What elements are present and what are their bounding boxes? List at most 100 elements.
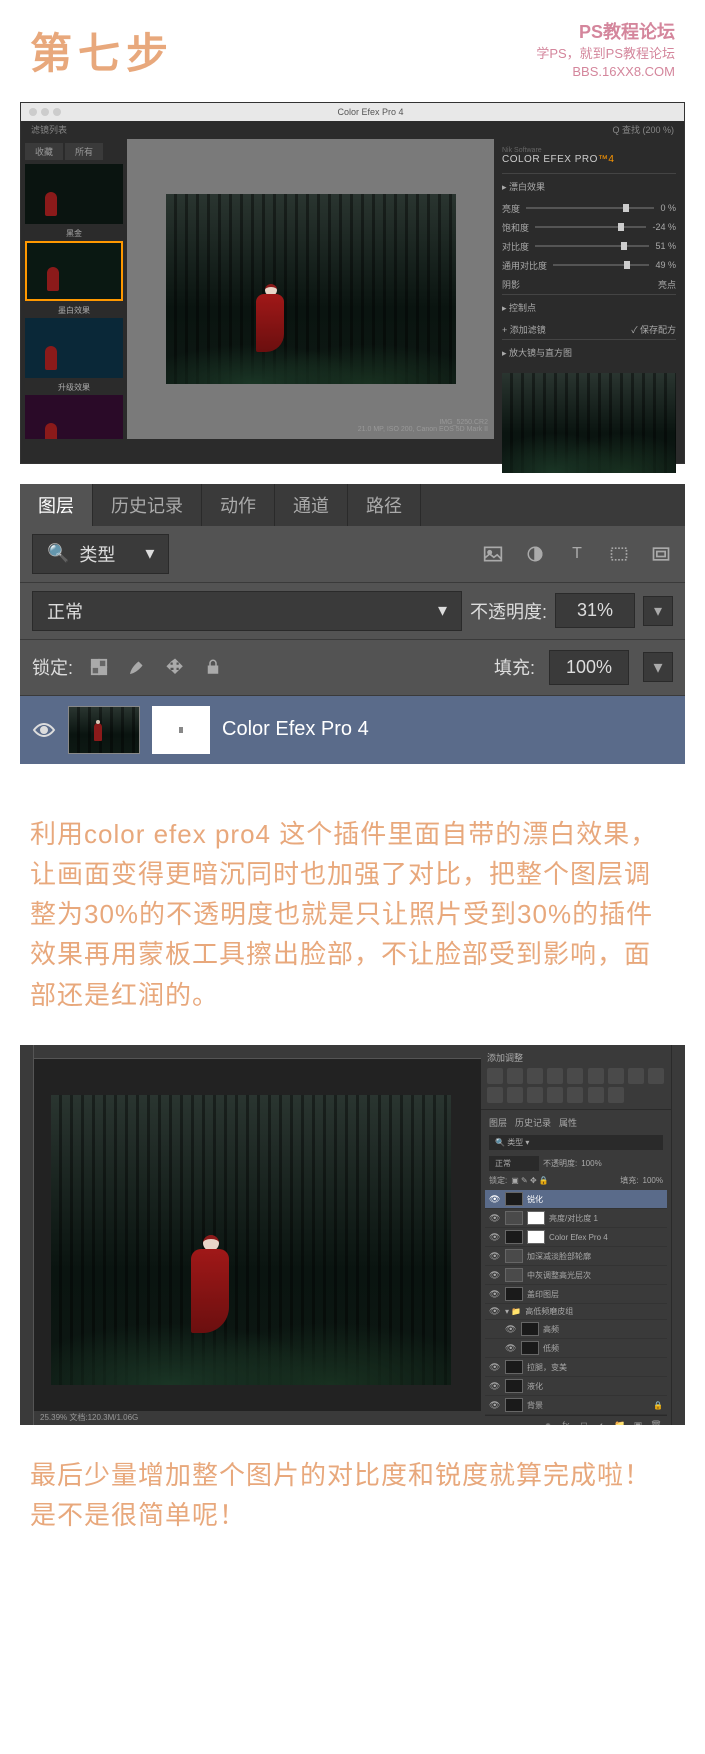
ps-layer-background[interactable]: 👁背景🔒: [485, 1396, 667, 1415]
adj-selective-icon[interactable]: [608, 1087, 624, 1103]
adj-photo-filter-icon[interactable]: [648, 1068, 664, 1084]
ruler-horizontal[interactable]: [34, 1045, 481, 1059]
tab-channels[interactable]: 通道: [275, 484, 348, 526]
adj-balance-icon[interactable]: [608, 1068, 624, 1084]
lock-position-icon[interactable]: [163, 657, 187, 677]
adjustment-filter-icon[interactable]: [523, 544, 547, 564]
ps-layer-stamp[interactable]: 👁盖印图层: [485, 1285, 667, 1304]
save-recipe-btn[interactable]: ✓ 保存配方: [631, 323, 676, 336]
adj-gradient-icon[interactable]: [588, 1087, 604, 1103]
tab-paths[interactable]: 路径: [348, 484, 421, 526]
ps-canvas-image[interactable]: [51, 1095, 451, 1385]
ps-blend-dropdown[interactable]: 正常: [489, 1156, 539, 1171]
loupe-section[interactable]: ▸ 放大镜与直方图: [502, 339, 676, 365]
fill-dropdown-arrow[interactable]: ▾: [643, 652, 673, 682]
effect-section-header[interactable]: ▸ 漂白效果: [502, 173, 676, 199]
shape-filter-icon[interactable]: [607, 544, 631, 564]
layer-mask-thumbnail[interactable]: [152, 706, 210, 754]
opacity-dropdown-arrow[interactable]: ▾: [643, 596, 673, 626]
ps-layer-brightness[interactable]: 👁亮度/对比度 1: [485, 1209, 667, 1228]
ps-layer-freq-group[interactable]: 👁▾ 📁高低频磨皮组: [485, 1304, 667, 1320]
tab-all[interactable]: 所有: [65, 143, 103, 160]
fill-value[interactable]: 100%: [549, 650, 629, 685]
ps-layer-filter: 🔍 类型 ▾: [485, 1131, 667, 1154]
efex-preview-image[interactable]: [166, 194, 456, 384]
new-adjustment-icon[interactable]: ◐: [595, 1420, 609, 1425]
layer-style-icon[interactable]: fx: [559, 1420, 573, 1425]
image-filter-icon[interactable]: [481, 544, 505, 564]
adj-brightness-icon[interactable]: [487, 1068, 503, 1084]
ps-layer-colorefex[interactable]: 👁Color Efex Pro 4: [485, 1228, 667, 1247]
ps-layer-list: 👁锐化 👁亮度/对比度 1 👁Color Efex Pro 4 👁加深减淡脸部轮…: [485, 1190, 667, 1415]
search-zoom[interactable]: Q 查找 (200 %): [612, 123, 674, 136]
ps-layer-sharpen[interactable]: 👁锐化: [485, 1190, 667, 1209]
new-group-icon[interactable]: 📁: [613, 1420, 627, 1425]
smartobj-filter-icon[interactable]: [649, 544, 673, 564]
tab-history[interactable]: 历史记录: [93, 484, 202, 526]
adj-mixer-icon[interactable]: [487, 1087, 503, 1103]
ps-opacity-value[interactable]: 100%: [581, 1159, 601, 1168]
maximize-dot[interactable]: [53, 108, 61, 116]
adj-threshold-icon[interactable]: [567, 1087, 583, 1103]
type-filter-dropdown[interactable]: 🔍类型▾: [32, 534, 169, 574]
ps-type-filter[interactable]: 🔍 类型 ▾: [489, 1135, 663, 1150]
ps-layer-low-freq[interactable]: 👁低频: [485, 1339, 667, 1358]
adj-hue-icon[interactable]: [588, 1068, 604, 1084]
opacity-value[interactable]: 31%: [555, 593, 635, 628]
layer-row-selected[interactable]: Color Efex Pro 4: [20, 696, 685, 764]
slider-global-contrast[interactable]: 通用对比度49 %: [502, 256, 676, 275]
ps-scrollbar[interactable]: [671, 1045, 685, 1425]
tab-layers[interactable]: 图层: [20, 484, 93, 526]
ps-tab-history[interactable]: 历史记录: [515, 1116, 551, 1129]
blend-mode-dropdown[interactable]: 正常▾: [32, 591, 462, 631]
watermark-line3: BBS.16XX8.COM: [536, 63, 675, 81]
adj-bw-icon[interactable]: [628, 1068, 644, 1084]
delete-layer-icon[interactable]: 🗑: [649, 1420, 663, 1425]
adj-exposure-icon[interactable]: [547, 1068, 563, 1084]
preset-thumb-2[interactable]: [25, 241, 123, 301]
tab-favorites[interactable]: 收藏: [25, 143, 63, 160]
adjustments-grid: [487, 1068, 665, 1103]
layer-name[interactable]: Color Efex Pro 4: [222, 718, 369, 741]
lock-transparency-icon[interactable]: [87, 657, 111, 677]
adj-vibrance-icon[interactable]: [567, 1068, 583, 1084]
minimize-dot[interactable]: [41, 108, 49, 116]
ps-tab-layers[interactable]: 图层: [489, 1116, 507, 1129]
adj-curves-icon[interactable]: [527, 1068, 543, 1084]
ps-layer-stretch[interactable]: 👁拉腿，变美: [485, 1358, 667, 1377]
loupe-preview[interactable]: [502, 373, 676, 473]
adj-invert-icon[interactable]: [527, 1087, 543, 1103]
new-layer-icon[interactable]: ▣: [631, 1420, 645, 1425]
slider-saturation[interactable]: 饱和度-24 %: [502, 218, 676, 237]
control-point-section[interactable]: ▸ 控制点: [502, 294, 676, 320]
watermark-line1: PS教程论坛: [536, 20, 675, 45]
ps-layer-gray-highlight[interactable]: 👁中灰调整高光层次: [485, 1266, 667, 1285]
ps-fill-value[interactable]: 100%: [643, 1176, 663, 1185]
close-dot[interactable]: [29, 108, 37, 116]
lock-paint-icon[interactable]: [125, 657, 149, 677]
slider-brightness[interactable]: 亮度0 %: [502, 199, 676, 218]
meta-filename: IMG_5250.CR2: [358, 419, 488, 426]
lock-all-icon[interactable]: [201, 657, 225, 677]
preset-thumb-3[interactable]: [25, 318, 123, 378]
ps-layer-dodge-burn[interactable]: 👁加深减淡脸部轮廓: [485, 1247, 667, 1266]
layer-mask-icon[interactable]: ◻: [577, 1420, 591, 1425]
ps-lock-icons[interactable]: ▣ ✎ ✥ 🔒: [511, 1176, 549, 1185]
preset-thumb-1[interactable]: [25, 164, 123, 224]
ruler-vertical[interactable]: [20, 1045, 34, 1425]
add-filter-btn[interactable]: + 添加滤镜: [502, 323, 546, 336]
preset-thumb-4[interactable]: [25, 395, 123, 439]
tab-actions[interactable]: 动作: [202, 484, 275, 526]
watermark-line2: 学PS，就到PS教程论坛: [536, 45, 675, 63]
adj-levels-icon[interactable]: [507, 1068, 523, 1084]
adj-lookup-icon[interactable]: [507, 1087, 523, 1103]
visibility-toggle[interactable]: [32, 721, 56, 739]
ps-tab-props[interactable]: 属性: [559, 1116, 577, 1129]
adj-posterize-icon[interactable]: [547, 1087, 563, 1103]
layer-thumbnail[interactable]: [68, 706, 140, 754]
ps-layer-high-freq[interactable]: 👁高频: [485, 1320, 667, 1339]
text-filter-icon[interactable]: T: [565, 544, 589, 564]
link-layers-icon[interactable]: ⚭: [541, 1420, 555, 1425]
slider-contrast[interactable]: 对比度51 %: [502, 237, 676, 256]
ps-layer-liquify[interactable]: 👁液化: [485, 1377, 667, 1396]
